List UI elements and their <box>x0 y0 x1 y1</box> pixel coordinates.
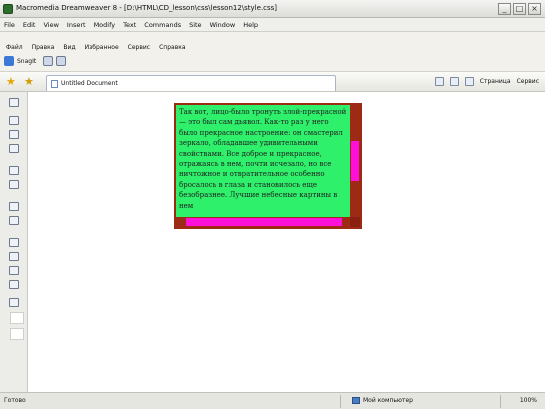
page-menu[interactable]: Страница <box>480 78 511 85</box>
browser-tab-bar: ★ ★ Untitled Document Страница Сервис <box>0 71 545 92</box>
menu-modify[interactable]: Modify <box>94 21 116 29</box>
minimize-button[interactable]: _ <box>498 3 511 15</box>
style-tool-icon[interactable] <box>9 216 19 225</box>
color-swatch-2[interactable] <box>10 328 24 340</box>
table-tool-icon[interactable] <box>9 238 19 247</box>
status-divider <box>340 395 341 408</box>
left-tool-strip <box>0 92 28 392</box>
menu-text[interactable]: Text <box>123 21 136 29</box>
snagit-toolbar: SnagIt <box>0 54 545 68</box>
snagit-label[interactable]: SnagIt <box>17 58 36 65</box>
scrollbar-corner <box>350 217 360 227</box>
browser-menu-edit[interactable]: Правка <box>32 44 55 51</box>
tools-menu[interactable]: Сервис <box>517 78 539 85</box>
vertical-scrollbar[interactable] <box>350 105 360 219</box>
menu-insert[interactable]: Insert <box>67 21 86 29</box>
menu-commands[interactable]: Commands <box>144 21 181 29</box>
snagit-icon[interactable] <box>4 56 14 66</box>
link-tool-icon[interactable] <box>9 116 19 125</box>
browser-menu-favorites[interactable]: Избранное <box>85 44 119 51</box>
zoom-level[interactable]: 100% <box>520 397 537 404</box>
horizontal-scrollbar[interactable] <box>176 217 352 227</box>
tab-title: Untitled Document <box>61 80 118 87</box>
print-icon[interactable] <box>464 77 474 86</box>
select-tool-icon[interactable] <box>9 98 19 107</box>
vertical-scrollbar-thumb[interactable] <box>351 141 359 181</box>
scroll-box-content: Так вот, лицо-было тронуть злой-прекрасн… <box>176 105 352 218</box>
browser-menu-view[interactable]: Вид <box>63 44 75 51</box>
security-zone: Мой компьютер <box>352 397 413 404</box>
browser-menu-bar: Файл Правка Вид Избранное Сервис Справка <box>0 41 545 53</box>
history-tool-icon[interactable] <box>9 180 19 189</box>
menu-file[interactable]: File <box>4 21 15 29</box>
browser-menu-tools[interactable]: Сервис <box>128 44 150 51</box>
window-title: Macromedia Dreamweaver 8 - [D:\HTML\CD_l… <box>16 4 278 12</box>
browser-menu-file[interactable]: Файл <box>6 44 23 51</box>
property-tool-icon[interactable] <box>9 166 19 175</box>
scroll-box-text: Так вот, лицо-было тронуть злой-прекрасн… <box>179 108 347 210</box>
text-tool-icon[interactable] <box>9 202 19 211</box>
image-tool-icon[interactable] <box>9 252 19 261</box>
frame-tool-icon[interactable] <box>9 130 19 139</box>
capture-window-icon[interactable] <box>43 56 54 66</box>
status-text: Готово <box>4 397 26 404</box>
menu-help[interactable]: Help <box>243 21 258 29</box>
media-tool-icon[interactable] <box>9 266 19 275</box>
add-favorite-icon[interactable]: ★ <box>24 76 36 88</box>
menu-view[interactable]: View <box>43 21 58 29</box>
styled-scroll-box[interactable]: Так вот, лицо-было тронуть злой-прекрасн… <box>174 103 362 229</box>
browser-menu-help[interactable]: Справка <box>159 44 185 51</box>
zone-label: Мой компьютер <box>363 397 413 404</box>
home-icon[interactable] <box>434 77 444 86</box>
status-divider-2 <box>500 395 501 408</box>
document-tool-icon[interactable] <box>9 280 19 289</box>
chart-tool-icon[interactable] <box>9 298 19 307</box>
anchor-tool-icon[interactable] <box>9 144 19 153</box>
feeds-icon[interactable] <box>449 77 459 86</box>
color-swatch-1[interactable] <box>10 312 24 324</box>
browser-command-bar: Страница Сервис <box>434 77 539 86</box>
dreamweaver-menu-bar: File Edit View Insert Modify Text Comman… <box>0 18 545 32</box>
horizontal-scrollbar-thumb[interactable] <box>186 218 342 226</box>
status-bar: Готово Мой компьютер 100% <box>0 392 545 409</box>
tab-untitled-document[interactable]: Untitled Document <box>46 75 336 91</box>
menu-window[interactable]: Window <box>210 21 236 29</box>
menu-site[interactable]: Site <box>189 21 201 29</box>
dreamweaver-app-icon <box>3 4 13 14</box>
page-icon <box>51 79 58 88</box>
capture-region-icon[interactable] <box>56 56 67 66</box>
close-button[interactable]: × <box>528 3 541 15</box>
maximize-button[interactable]: □ <box>513 3 526 15</box>
favorites-star-icon[interactable]: ★ <box>6 76 18 88</box>
computer-icon <box>352 397 360 404</box>
title-bar: Macromedia Dreamweaver 8 - [D:\HTML\CD_l… <box>0 0 545 18</box>
menu-edit[interactable]: Edit <box>23 21 36 29</box>
browser-chrome: Файл Правка Вид Избранное Сервис Справка… <box>0 32 545 92</box>
window-controls: _ □ × <box>498 3 541 15</box>
